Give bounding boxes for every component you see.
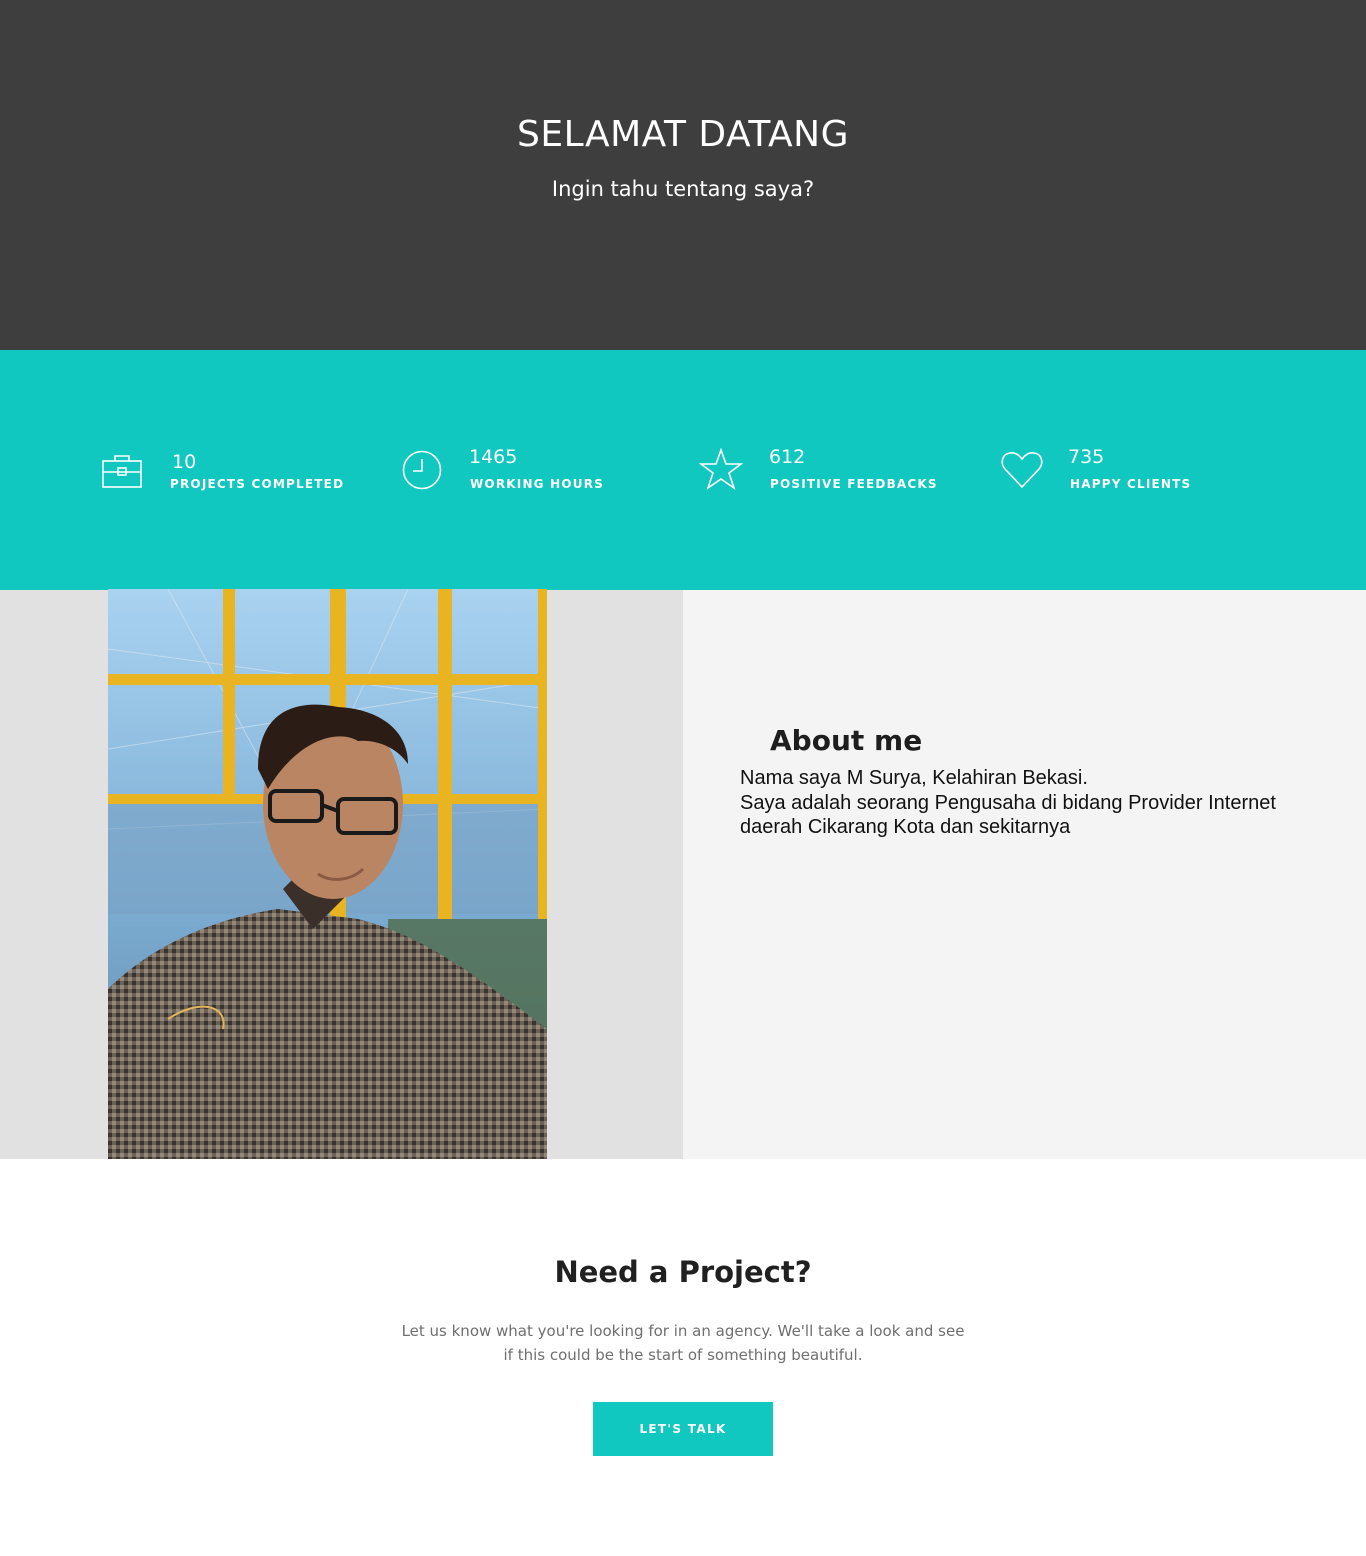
stat-positive-feedbacks: 612 POSITIVE FEEDBACKS xyxy=(641,350,941,590)
hero-section: SELAMAT DATANG Ingin tahu tentang saya? xyxy=(0,0,1366,350)
cta-title: Need a Project? xyxy=(554,1255,812,1289)
stat-value: 612 xyxy=(769,446,806,468)
stat-working-hours: 1465 WORKING HOURS xyxy=(341,350,641,590)
hero-subtitle: Ingin tahu tentang saya? xyxy=(551,177,815,201)
cta-line: if this could be the start of something … xyxy=(503,1346,863,1364)
briefcase-icon xyxy=(100,450,144,494)
profile-photo xyxy=(108,589,547,1162)
about-text-panel: About me Nama saya M Surya, Kelahiran Be… xyxy=(683,590,1366,1159)
stat-value: 10 xyxy=(172,451,197,473)
about-description: Nama saya M Surya, Kelahiran Bekasi. Say… xyxy=(740,766,1340,840)
hero-title: SELAMAT DATANG xyxy=(516,114,849,155)
stat-label: POSITIVE FEEDBACKS xyxy=(770,477,938,491)
lets-talk-button[interactable]: LET'S TALK xyxy=(593,1402,773,1456)
stat-label: PROJECTS COMPLETED xyxy=(170,477,345,491)
stat-projects-completed: 10 PROJECTS COMPLETED xyxy=(0,350,345,590)
about-line: Saya adalah seorang Pengusaha di bidang … xyxy=(740,791,1276,814)
stat-label: HAPPY CLIENTS xyxy=(1070,477,1192,491)
heart-icon xyxy=(1000,448,1044,492)
stat-value: 1465 xyxy=(469,446,518,468)
clock-icon xyxy=(400,448,444,492)
about-title: About me xyxy=(770,724,923,757)
stat-happy-clients: 735 HAPPY CLIENTS xyxy=(941,350,1241,590)
stats-section: 10 PROJECTS COMPLETED 1465 WORKING HOURS… xyxy=(0,350,1366,590)
about-line: Nama saya M Surya, Kelahiran Bekasi. xyxy=(740,767,1088,789)
about-line: daerah Cikarang Kota dan sekitarnya xyxy=(740,816,1071,838)
stat-value: 735 xyxy=(1068,446,1105,468)
cta-description: Let us know what you're looking for in a… xyxy=(383,1319,983,1367)
cta-section: Need a Project? Let us know what you're … xyxy=(0,1159,1366,1556)
stat-label: WORKING HOURS xyxy=(470,477,604,491)
about-photo-panel xyxy=(0,589,683,1162)
cta-line: Let us know what you're looking for in a… xyxy=(401,1322,965,1340)
about-section: About me Nama saya M Surya, Kelahiran Be… xyxy=(0,589,1366,1162)
star-icon xyxy=(699,447,743,491)
